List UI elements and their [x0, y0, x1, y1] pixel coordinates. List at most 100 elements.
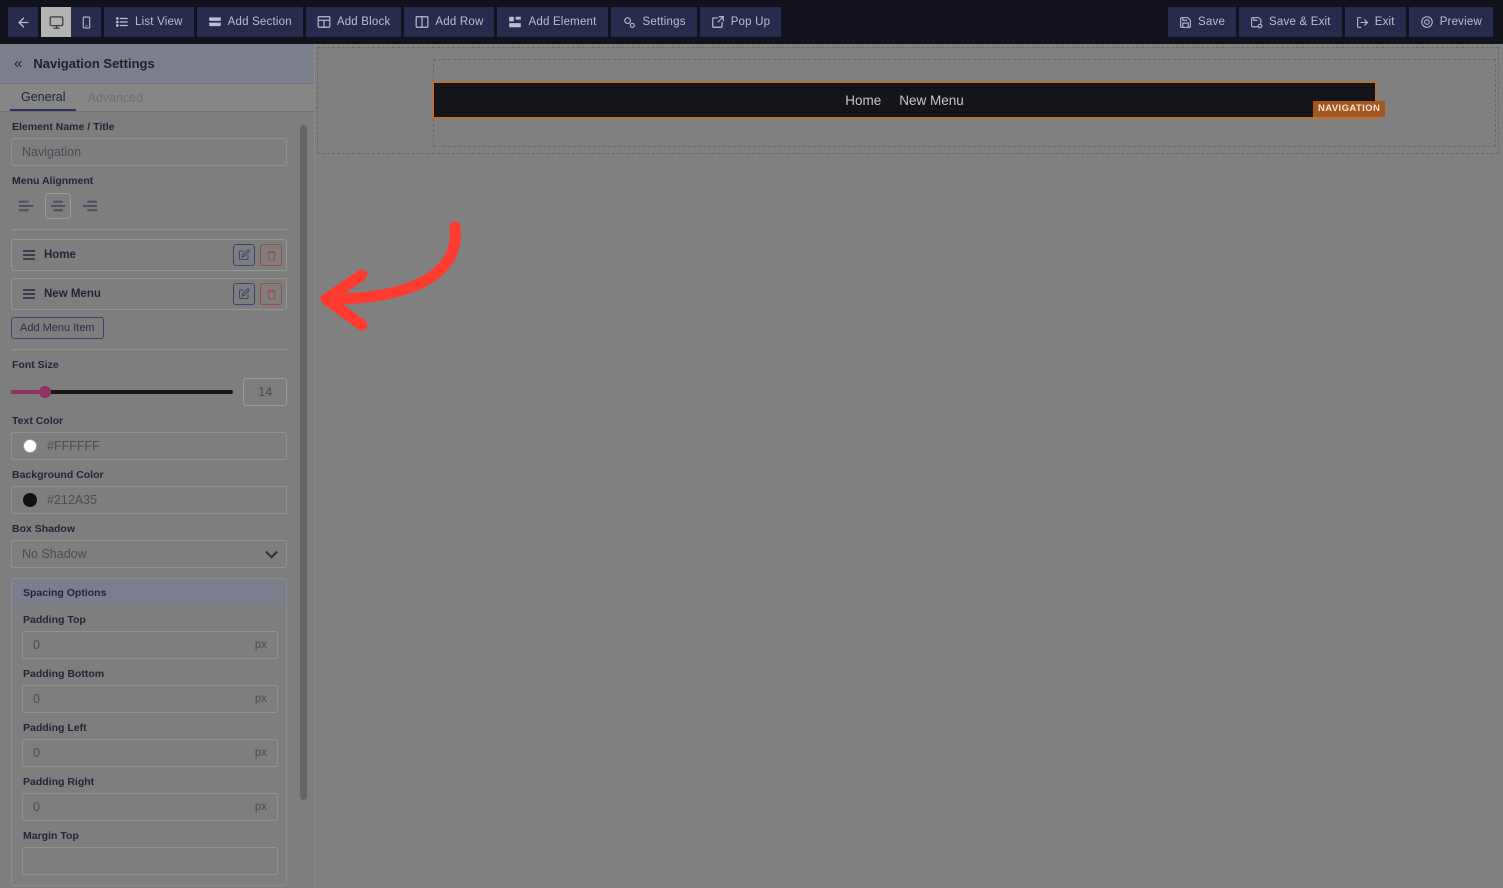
- popup-icon: [711, 16, 724, 28]
- box-shadow-select[interactable]: No Shadow: [11, 540, 287, 568]
- nav-link-new-menu[interactable]: New Menu: [899, 93, 964, 108]
- edit-icon: [239, 288, 250, 299]
- font-size-control: 14: [11, 378, 287, 406]
- add-element-label: Add Element: [528, 16, 597, 28]
- align-left-button[interactable]: [13, 193, 39, 219]
- box-shadow-value: No Shadow: [22, 547, 87, 561]
- padding-bottom-label: Padding Bottom: [23, 668, 105, 680]
- page-canvas[interactable]: Home New Menu NAVIGATION: [315, 44, 1503, 888]
- popup-button[interactable]: Pop Up: [699, 7, 782, 37]
- padding-left-input[interactable]: 0 px: [22, 739, 278, 767]
- add-row-button[interactable]: Add Row: [404, 7, 495, 37]
- panel-scrollbar-thumb[interactable]: [300, 125, 307, 800]
- toolbar-right-group: Save Save & Exit Exit Preview: [1168, 7, 1503, 37]
- padding-right-input[interactable]: 0 px: [22, 793, 278, 821]
- chevron-double-left-icon[interactable]: «: [14, 56, 22, 71]
- menu-item-row[interactable]: New Menu: [11, 278, 287, 310]
- font-size-value[interactable]: 14: [243, 378, 287, 406]
- edit-menu-item-button-new-menu[interactable]: [233, 283, 255, 305]
- padding-right-unit: px: [254, 801, 267, 813]
- background-color-label: Background Color: [12, 469, 104, 481]
- tab-general[interactable]: General: [10, 84, 77, 111]
- font-size-slider[interactable]: [11, 381, 234, 403]
- menu-item-label: Home: [44, 249, 76, 261]
- padding-top-input[interactable]: 0 px: [22, 631, 278, 659]
- exit-button[interactable]: Exit: [1344, 7, 1406, 37]
- spacing-options-body: Padding Top 0 px Padding Bottom 0 px Pad…: [12, 606, 286, 885]
- navigation-element-preview[interactable]: Home New Menu: [432, 81, 1377, 119]
- device-desktop-button[interactable]: [41, 7, 71, 37]
- add-row-icon: [415, 16, 429, 28]
- trash-icon: [266, 250, 276, 261]
- add-block-label: Add Block: [336, 16, 391, 28]
- save-exit-icon: [1251, 16, 1263, 28]
- padding-left-value: 0: [33, 746, 40, 760]
- text-color-swatch[interactable]: [23, 439, 37, 453]
- padding-bottom-unit: px: [254, 693, 267, 705]
- settings-label: Settings: [642, 16, 686, 28]
- back-button[interactable]: [8, 7, 38, 37]
- add-menu-item-button[interactable]: Add Menu Item: [11, 317, 104, 339]
- menu-item-label: New Menu: [44, 288, 101, 300]
- menu-item-actions: [233, 283, 282, 305]
- background-color-swatch[interactable]: [23, 493, 37, 507]
- save-label: Save: [1198, 16, 1226, 28]
- save-and-exit-button[interactable]: Save & Exit: [1239, 7, 1342, 37]
- padding-top-unit: px: [254, 639, 267, 651]
- margin-top-label: Margin Top: [23, 830, 79, 842]
- element-name-input[interactable]: Navigation: [11, 138, 287, 166]
- add-element-icon: [509, 16, 522, 28]
- add-element-button[interactable]: Add Element: [497, 7, 608, 37]
- preview-button[interactable]: Preview: [1408, 7, 1493, 37]
- background-color-input[interactable]: #212A35: [11, 486, 287, 514]
- drag-handle-icon[interactable]: [23, 289, 35, 299]
- box-shadow-label: Box Shadow: [12, 523, 76, 535]
- panel-divider: [11, 229, 287, 230]
- tab-advanced-label: Advanced: [87, 90, 144, 105]
- nav-link-home[interactable]: Home: [845, 93, 881, 108]
- panel-content: Element Name / Title Navigation Menu Ali…: [0, 113, 315, 888]
- save-icon: [1180, 16, 1191, 28]
- add-row-label: Add Row: [435, 16, 484, 28]
- slider-thumb[interactable]: [39, 386, 51, 398]
- menu-alignment-label: Menu Alignment: [12, 175, 94, 187]
- chevron-down-icon: [265, 545, 278, 559]
- element-name-value: Navigation: [22, 145, 82, 159]
- device-mobile-button[interactable]: [71, 7, 101, 37]
- element-type-badge: NAVIGATION: [1313, 101, 1386, 117]
- add-block-button[interactable]: Add Block: [305, 7, 402, 37]
- edit-menu-item-button-home[interactable]: [233, 244, 255, 266]
- padding-bottom-input[interactable]: 0 px: [22, 685, 278, 713]
- text-color-label: Text Color: [12, 415, 64, 427]
- tab-general-label: General: [21, 89, 66, 104]
- list-view-button[interactable]: List View: [104, 7, 194, 37]
- save-button[interactable]: Save: [1168, 7, 1237, 37]
- padding-top-label: Padding Top: [23, 614, 86, 626]
- align-right-icon: [82, 200, 98, 212]
- menu-item-row[interactable]: Home: [11, 239, 287, 271]
- align-center-button[interactable]: [45, 193, 71, 219]
- align-center-icon: [50, 200, 66, 212]
- add-section-button[interactable]: Add Section: [196, 7, 303, 37]
- text-color-input[interactable]: #FFFFFF: [11, 432, 287, 460]
- background-color-value: #212A35: [47, 493, 98, 507]
- delete-menu-item-button-new-menu[interactable]: [260, 283, 282, 305]
- settings-button[interactable]: Settings: [610, 7, 697, 37]
- monitor-icon: [49, 15, 63, 29]
- popup-label: Pop Up: [730, 16, 771, 28]
- padding-right-label: Padding Right: [23, 776, 95, 788]
- add-block-icon: [317, 16, 331, 28]
- panel-divider: [11, 349, 287, 350]
- delete-menu-item-button-home[interactable]: [260, 244, 282, 266]
- trash-icon: [266, 289, 276, 300]
- spacing-options-header[interactable]: Spacing Options: [12, 579, 286, 606]
- add-section-label: Add Section: [227, 16, 292, 28]
- align-right-button[interactable]: [77, 193, 103, 219]
- top-toolbar: List View Add Section Add Block Add Row: [0, 0, 1503, 44]
- margin-top-input[interactable]: [22, 847, 278, 875]
- padding-bottom-value: 0: [33, 692, 40, 706]
- gear-icon: [623, 16, 635, 28]
- tab-advanced[interactable]: Advanced: [76, 84, 154, 111]
- drag-handle-icon[interactable]: [23, 250, 35, 260]
- save-and-exit-label: Save & Exit: [1269, 16, 1331, 28]
